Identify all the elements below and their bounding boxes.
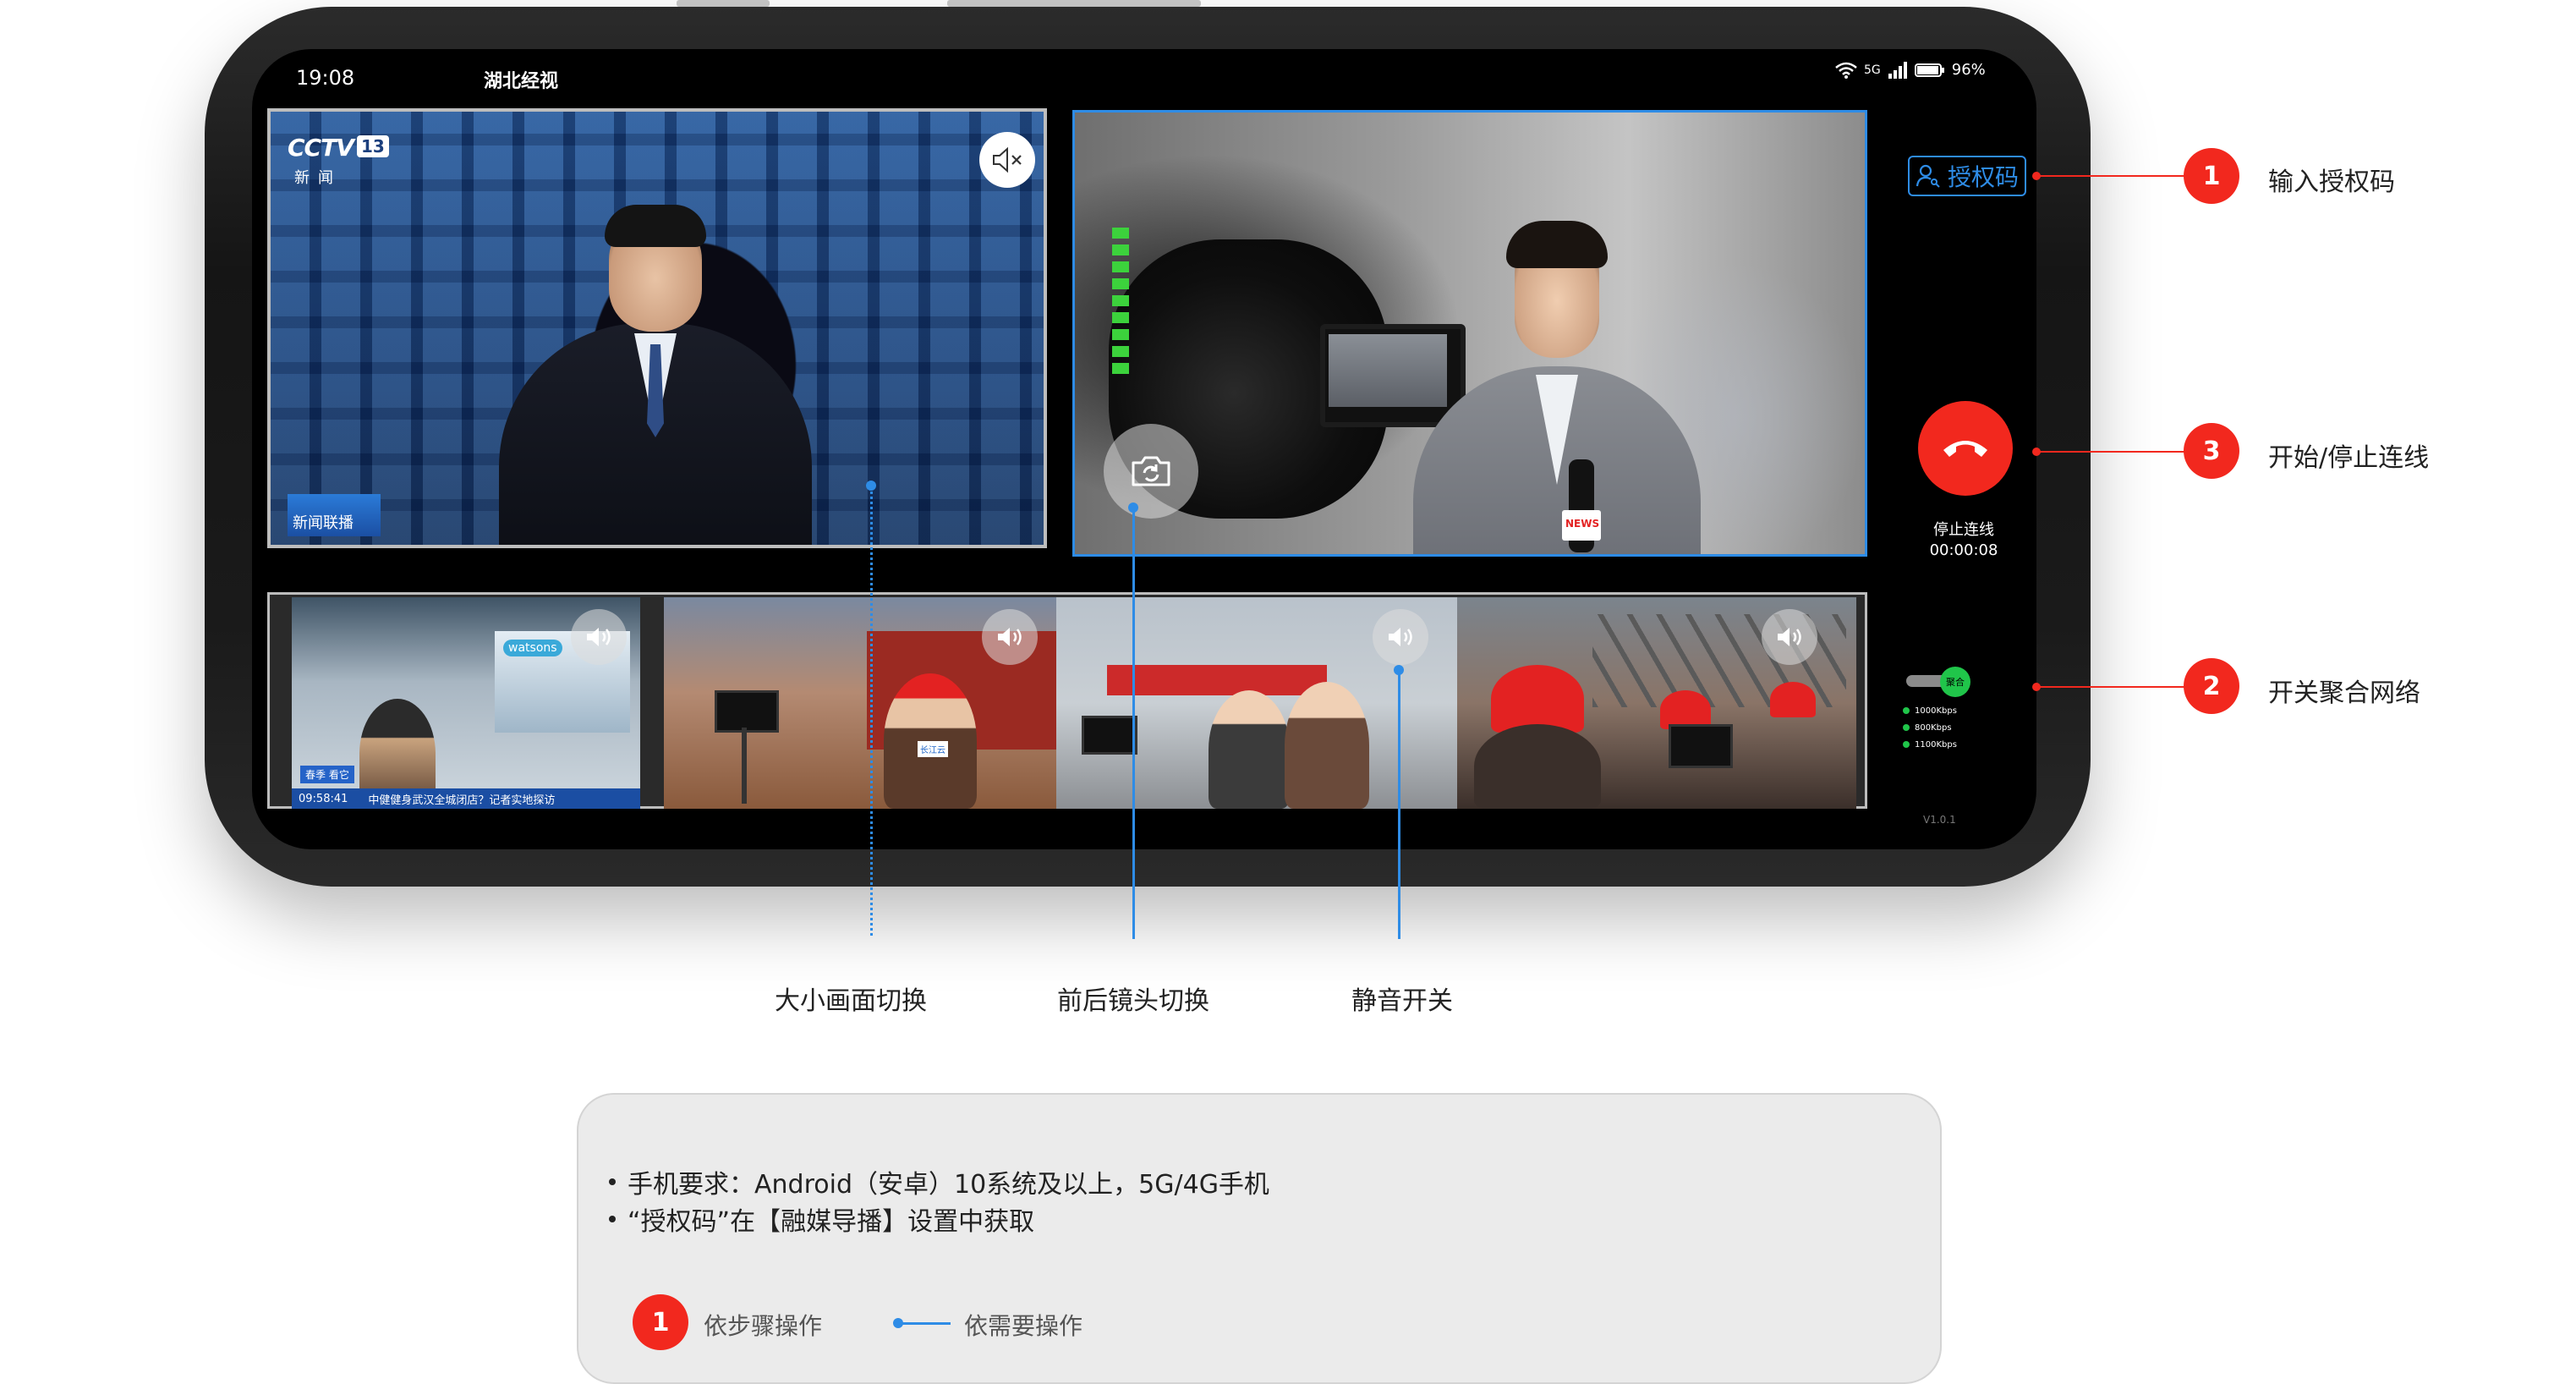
status-indicators: 5G 96% — [1835, 61, 1986, 79]
thumbnail-1-speaker-button[interactable] — [571, 609, 627, 665]
phone-power-button — [947, 0, 1201, 7]
status-title: 湖北经视 — [484, 71, 559, 92]
reporter-hair — [1506, 221, 1608, 268]
channel-logo: CCTV — [288, 134, 354, 162]
thumbnail-3-speaker-button[interactable] — [1373, 609, 1428, 665]
switch-view-label: 大小画面切换 — [775, 986, 927, 1016]
battery-icon — [1914, 63, 1944, 77]
reporter-3b — [1285, 682, 1369, 809]
bitrate-item: 800Kbps — [1903, 719, 1957, 736]
speaker-mute-icon — [993, 146, 1022, 173]
program-badge: 新闻联播 — [288, 494, 381, 536]
callout-3-badge: 3 — [2184, 423, 2239, 479]
news-tag: 春季 看它 — [300, 766, 354, 783]
bitrate-item: 1000Kbps — [1903, 702, 1957, 719]
camera-flip-icon — [1132, 456, 1170, 486]
call-duration: 00:00:08 — [1929, 541, 1998, 559]
thumbnail-3[interactable] — [1056, 597, 1457, 809]
mic-flag: NEWS — [1562, 510, 1601, 541]
helmet-3 — [1770, 682, 1816, 717]
reporter-3a — [1209, 690, 1290, 809]
ticker-text: 中健健身武汉全城闭店？记者实地探访 — [368, 794, 556, 807]
red-banner — [1107, 665, 1327, 695]
hangup-label: 停止连线 — [1933, 521, 1994, 539]
hangup-button[interactable] — [1918, 401, 2013, 496]
mute-toggle-line — [1398, 670, 1400, 939]
thumbnail-4-speaker-button[interactable] — [1762, 609, 1817, 665]
signal-icon — [1888, 61, 1907, 79]
network-type: 5G — [1864, 63, 1881, 77]
gimbal-stand — [742, 728, 747, 804]
camera-monitor-preview — [1329, 334, 1447, 407]
thumbnail-1[interactable]: watsons 春季 看它 09:58:41 中健健身武汉全城闭店？记者实地探访 — [292, 597, 640, 809]
mic-flag-2: 长江云 — [918, 741, 948, 757]
callout-2-line — [2036, 686, 2185, 688]
requirement-1: 手机要求：Android（安卓）10系统及以上，5G/4G手机 — [609, 1163, 1269, 1200]
speaker-icon — [587, 628, 611, 646]
speaker-icon — [1389, 628, 1412, 646]
switch-view-line — [870, 487, 873, 936]
thumbnail-2[interactable]: 长江云 — [664, 597, 1056, 809]
camera-flip-button[interactable] — [1104, 424, 1198, 519]
worker-1 — [1474, 724, 1601, 809]
legend-optional-text: 依需要操作 — [964, 1312, 1083, 1340]
aggregate-network-toggle[interactable]: 聚合 — [1906, 667, 1974, 697]
anchor-hair — [605, 205, 706, 247]
audio-level-meter — [1112, 228, 1129, 374]
app-version: V1.0.1 — [1923, 814, 1956, 826]
news-ticker: 09:58:41 中健健身武汉全城闭店？记者实地探访 — [292, 788, 640, 809]
callout-2-badge: 2 — [2184, 658, 2239, 714]
auth-code-label: 授权码 — [1947, 163, 2019, 191]
ticker-time: 09:58:41 — [299, 792, 348, 805]
phone-gimbal — [1082, 716, 1137, 755]
bitrate-list: 1000Kbps 800Kbps 1100Kbps — [1903, 702, 1957, 753]
store-sign: watsons — [503, 640, 562, 656]
speaker-icon — [1778, 628, 1801, 646]
legend-optional-line — [900, 1322, 951, 1325]
mute-toggle-label: 静音开关 — [1351, 986, 1453, 1016]
phone-gimbal — [715, 690, 779, 733]
callout-1-line — [2036, 175, 2185, 177]
helmet-1 — [1491, 665, 1584, 733]
phone-hangup-icon — [1943, 441, 1987, 457]
requirement-2: “授权码”在【融媒导播】设置中获取 — [609, 1200, 1034, 1238]
toggle-knob: 聚合 — [1940, 667, 1970, 697]
thumbnail-strip: watsons 春季 看它 09:58:41 中健健身武汉全城闭店？记者实地探访… — [267, 592, 1867, 809]
main-video-right[interactable]: NEWS — [1072, 110, 1867, 557]
speaker-icon — [998, 628, 1022, 646]
callout-1-badge: 1 — [2184, 148, 2239, 204]
channel-number: 13 — [357, 135, 389, 157]
user-key-icon — [1916, 164, 1940, 188]
legend-step-badge: 1 — [633, 1294, 688, 1350]
thumbnail-4[interactable] — [1457, 597, 1856, 809]
callout-1-text: 输入授权码 — [2268, 168, 2395, 197]
mic-flag-text: NEWS — [1565, 518, 1600, 530]
thumbnail-2-speaker-button[interactable] — [982, 609, 1038, 665]
phone-volume-button — [677, 0, 770, 7]
switch-camera-line — [1132, 508, 1135, 939]
callout-2-text: 开关聚合网络 — [2268, 678, 2420, 708]
main-video-left[interactable]: CCTV 13 新闻 新闻联播 — [267, 108, 1047, 548]
mute-button[interactable] — [979, 132, 1035, 188]
wifi-icon — [1835, 62, 1857, 79]
phone-gimbal — [1669, 724, 1733, 768]
auth-code-button[interactable]: 授权码 — [1908, 156, 2026, 196]
status-time: 19:08 — [296, 66, 355, 90]
legend-step-text: 依步骤操作 — [704, 1312, 823, 1340]
callout-3-text: 开始/停止连线 — [2268, 443, 2430, 473]
channel-sub: 新闻 — [294, 169, 342, 187]
battery-percent: 96% — [1951, 61, 1986, 79]
bitrate-item: 1100Kbps — [1903, 736, 1957, 753]
callout-3-line — [2036, 451, 2185, 453]
switch-camera-label: 前后镜头切换 — [1057, 986, 1209, 1016]
